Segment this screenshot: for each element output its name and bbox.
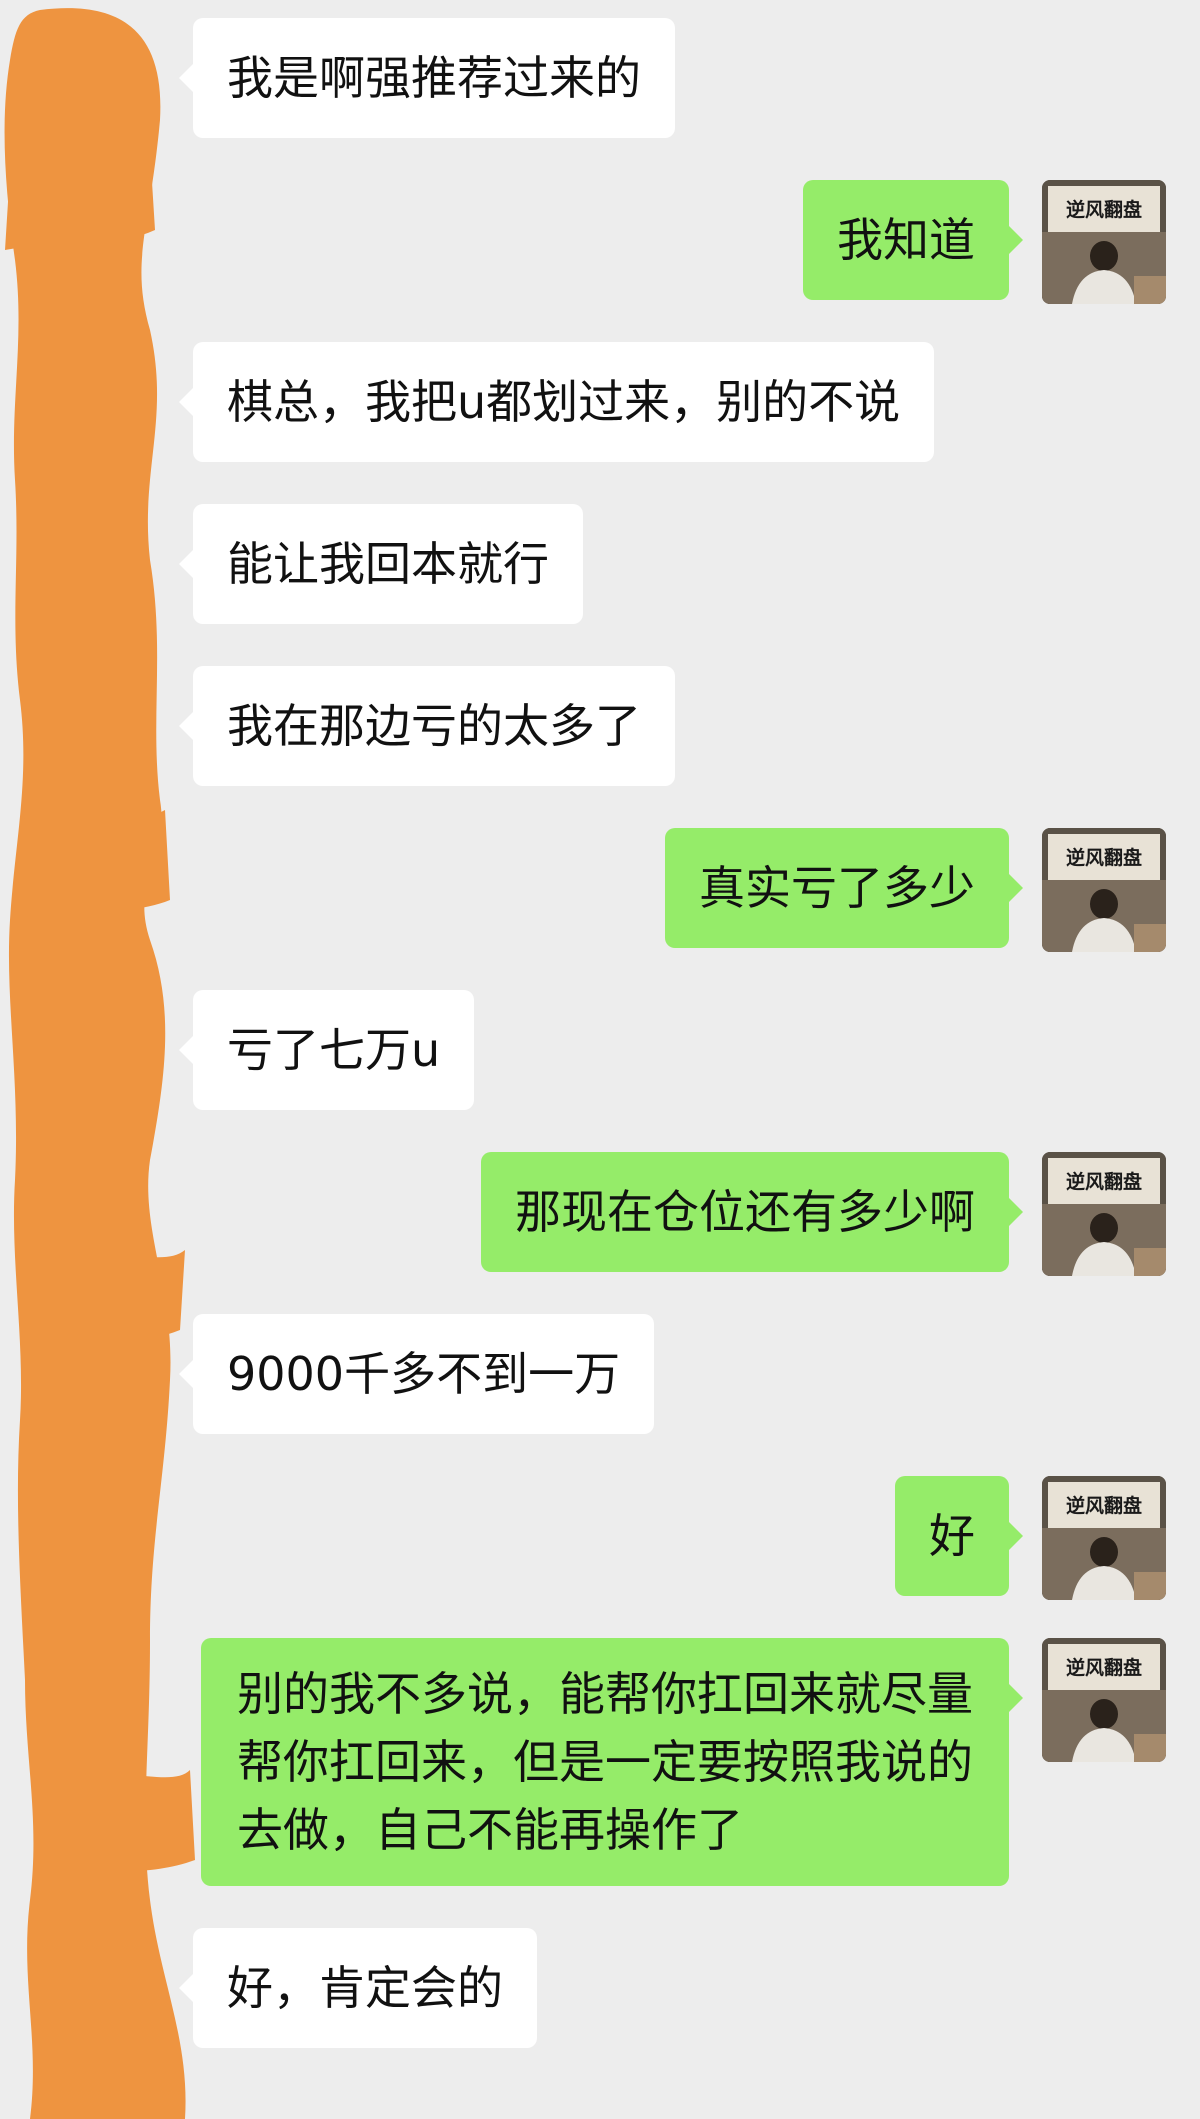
message-bubble-incoming[interactable]: 9000千多不到一万 [178,1314,655,1434]
sender-avatar[interactable]: 逆风翻盘 [1042,1152,1166,1276]
sender-avatar[interactable]: 逆风翻盘 [1042,828,1166,952]
message-bubble-outgoing[interactable]: 别的我不多说，能帮你扛回来就尽量帮你扛回来，但是一定要按照我说的去做，自己不能再… [201,1638,1023,1886]
avatar-image: 逆风翻盘 [1042,180,1166,304]
message-bubble-outgoing[interactable]: 好 [895,1476,1023,1596]
avatar-image: 逆风翻盘 [1042,1476,1166,1600]
message-bubble-incoming[interactable]: 好，肯定会的 [179,1928,537,2048]
avatar-image: 逆风翻盘 [1042,1638,1166,1762]
avatar-logo-text: 逆风翻盘 [1066,1656,1142,1679]
avatar-image: 逆风翻盘 [1042,1152,1166,1276]
avatar-logo-text: 逆风翻盘 [1066,1494,1142,1517]
sender-avatar[interactable]: 逆风翻盘 [1042,1476,1166,1600]
message-bubble-incoming[interactable]: 能让我回本就行 [179,504,583,624]
avatar-logo-text: 逆风翻盘 [1066,198,1142,221]
message-bubble-outgoing[interactable]: 我知道 [803,180,1023,300]
sender-avatar[interactable]: 逆风翻盘 [1042,180,1166,304]
avatar-logo-text: 逆风翻盘 [1066,1170,1142,1193]
message-bubble-incoming[interactable]: 我在那边亏的太多了 [179,666,675,786]
sender-avatar[interactable]: 逆风翻盘 [1042,1638,1166,1762]
message-bubble-incoming[interactable]: 亏了七万u [178,990,475,1110]
message-bubble-incoming[interactable]: 我是啊强推荐过来的 [179,18,675,138]
chat-message-list[interactable]: 我是啊强推荐过来的 我知道 逆风翻盘 棋总，我把u都划过来，别的不说 能让我回本… [0,0,1200,2119]
avatar-logo-text: 逆风翻盘 [1066,846,1142,869]
message-bubble-outgoing[interactable]: 真实亏了多少 [665,828,1023,948]
avatar-image: 逆风翻盘 [1042,828,1166,952]
message-bubble-outgoing[interactable]: 那现在仓位还有多少啊 [481,1152,1023,1272]
message-bubble-incoming[interactable]: 棋总，我把u都划过来，别的不说 [178,342,935,462]
